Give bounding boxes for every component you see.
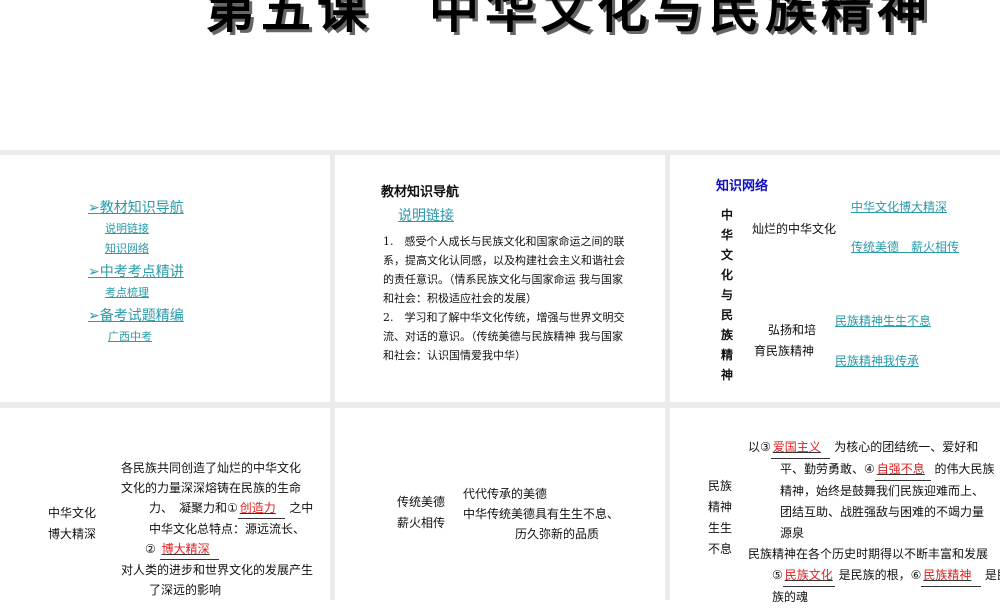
slide-thumbnail-navigation[interactable]: ➢教材知识导航 说明链接 知识网络 ➢中考考点精讲 考点梳理 ➢备考试题精编 广… bbox=[0, 155, 330, 402]
nav-item-exam-points[interactable]: ➢中考考点精讲 bbox=[88, 261, 184, 281]
answer-5: 民族文化 bbox=[784, 568, 833, 582]
slide-thumbnail-spirit[interactable]: 民族 精神 生生 不息 以③ 爱国主义 为核心的团结统一、爱好和 平、勤劳勇敢、④ 自强不… bbox=[670, 408, 1000, 604]
guide-text: 1. 感受个人成长与民族文化和国家命运之间的联 系，提高文化认同感，以及构建社会主… bbox=[383, 235, 625, 362]
answer-4: 自强不息 bbox=[876, 462, 925, 476]
nav-sub-review[interactable]: 考点梳理 bbox=[105, 284, 149, 300]
network-link-culture[interactable]: 中华文化博大精深 bbox=[851, 198, 947, 215]
answer-2: 博大精深 bbox=[161, 542, 210, 556]
answer-3: 爱国主义 bbox=[772, 440, 821, 454]
nav-item-practice[interactable]: ➢备考试题精编 bbox=[88, 305, 184, 325]
culture-text: 各民族共同创造了灿烂的中华文化 文化的力量深深熔铸在民族的生命 力、 凝聚力和①… bbox=[121, 461, 314, 597]
network-link-inherit[interactable]: 民族精神我传承 bbox=[835, 352, 919, 369]
spirit-label: 民族 精神 生生 不息 bbox=[708, 479, 733, 556]
culture-label: 中华文化 博大精深 bbox=[48, 506, 97, 541]
network-link-virtue[interactable]: 传统美德 薪火相传 bbox=[851, 238, 959, 255]
virtue-label: 传统美德 薪火相传 bbox=[397, 495, 446, 530]
nav-sub-network[interactable]: 知识网络 bbox=[105, 240, 149, 256]
network-branch-culture: 灿烂的中华文化 bbox=[752, 222, 837, 236]
nav-sub-explain[interactable]: 说明链接 bbox=[105, 220, 149, 236]
slide-thumbnail-network[interactable]: 知识网络 中华文化与民族精神 灿烂的中华文化 中华文化博大精深 传统美德 薪火相… bbox=[670, 155, 1000, 402]
slide-thumbnail-culture[interactable]: 中华文化 博大精深 各民族共同创造了灿烂的中华文化 文化的力量深深熔铸在民族的生命… bbox=[0, 408, 330, 600]
network-root: 中华文化与民族精神 bbox=[720, 208, 733, 382]
network-link-spirit[interactable]: 民族精神生生不息 bbox=[835, 312, 931, 329]
page-title: 第五课 中华文化与民族精神 bbox=[205, 0, 933, 39]
network-branch-spirit: 弘扬和培 育民族精神 bbox=[754, 323, 817, 358]
slide-thumbnail-guide[interactable]: 教材知识导航 说明链接 1. 感受个人成长与民族文化和国家命运之间的联 系，提高文… bbox=[335, 155, 665, 402]
slide-thumbnail-virtue[interactable]: 传统美德 薪火相传 代代传承的美德 中华传统美德具有生生不息、 历久弥新的品质 bbox=[335, 408, 665, 600]
guide-heading: 教材知识导航 bbox=[381, 185, 460, 200]
nav-item-textbook[interactable]: ➢教材知识导航 bbox=[88, 197, 184, 217]
spirit-text: 以③ 爱国主义 为核心的团结统一、爱好和 平、勤劳勇敢、④ 自强不息 的伟大民族 精… bbox=[748, 437, 1000, 608]
virtue-text: 代代传承的美德 中华传统美德具有生生不息、 历久弥新的品质 bbox=[463, 487, 620, 541]
nav-sub-guangxi[interactable]: 广西中考 bbox=[108, 328, 152, 344]
guide-link[interactable]: 说明链接 bbox=[398, 205, 454, 225]
answer-1: 创造力 bbox=[239, 501, 276, 515]
network-heading: 知识网络 bbox=[716, 179, 769, 194]
answer-6: 民族精神 bbox=[923, 568, 972, 582]
